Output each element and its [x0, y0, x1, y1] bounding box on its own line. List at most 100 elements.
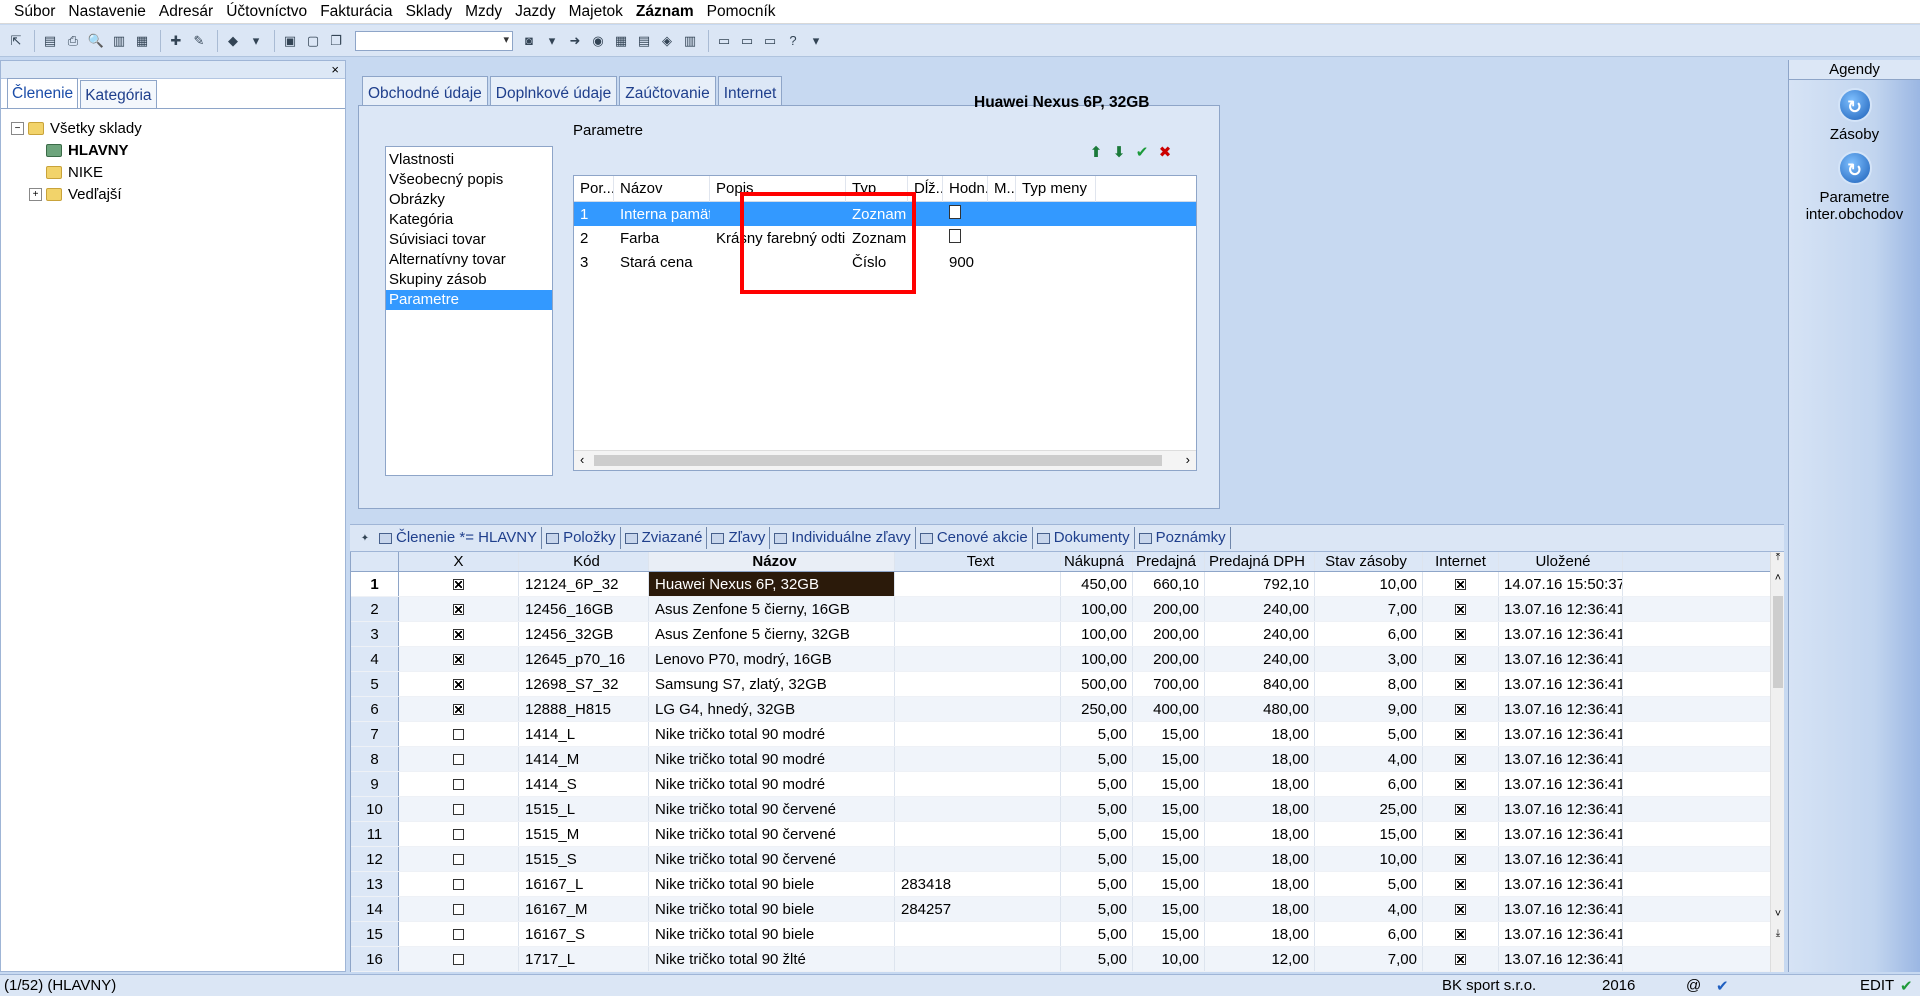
dropdown-icon[interactable]: ▾	[806, 31, 826, 51]
internet-checkbox[interactable]	[1455, 728, 1466, 740]
internet-checkbox[interactable]	[1455, 803, 1466, 815]
table-row[interactable]: 14 16167_M Nike tričko total 90 biele 28425…	[351, 897, 1770, 922]
table-row[interactable]: 9 1414_S Nike tričko total 90 modré 5,00 15,…	[351, 772, 1770, 797]
table-row[interactable]: 5 12698_S7_32 Samsung S7, zlatý, 32GB 500,0…	[351, 672, 1770, 697]
email-icon[interactable]: @	[1686, 977, 1701, 994]
internet-checkbox[interactable]	[1455, 878, 1466, 890]
internet-checkbox[interactable]	[1455, 953, 1466, 965]
table-row[interactable]: 1 12124_6P_32 Huawei Nexus 6P, 32GB 450,00 6…	[351, 572, 1770, 597]
column-header[interactable]: X	[399, 552, 519, 571]
bottom-tab[interactable]: Poznámky	[1135, 527, 1231, 549]
column-header[interactable]: Kód	[519, 552, 649, 571]
arrow-up-icon[interactable]: ⬆	[1087, 144, 1105, 162]
select-checkbox[interactable]	[453, 853, 464, 865]
internet-checkbox[interactable]	[1455, 678, 1466, 690]
globe-icon[interactable]: ◉	[588, 31, 608, 51]
table-row[interactable]: 4 12645_p70_16 Lenovo P70, modrý, 16GB 100,…	[351, 647, 1770, 672]
form-tab[interactable]: Zaúčtovanie	[619, 76, 716, 106]
table-row[interactable]: 12 1515_S Nike tričko total 90 červené 5,00…	[351, 847, 1770, 872]
select-checkbox[interactable]	[453, 628, 464, 640]
tab-kategoria[interactable]: Kategória	[80, 80, 157, 108]
save-icon[interactable]: ▣	[280, 31, 300, 51]
property-item[interactable]: Všeobecný popis	[386, 170, 552, 190]
internet-checkbox[interactable]	[1455, 903, 1466, 915]
form-tab[interactable]: Obchodné údaje	[362, 76, 488, 106]
menu-item-11[interactable]: Pomocník	[707, 3, 776, 21]
table-row[interactable]: 6 12888_H815 LG G4, hnedý, 32GB 250,00 400,0…	[351, 697, 1770, 722]
menu-item-8[interactable]: Jazdy	[515, 3, 556, 21]
check-icon[interactable]: ✔	[1133, 144, 1151, 162]
camera-icon[interactable]: ◙	[519, 31, 539, 51]
toolbar-combo[interactable]	[355, 30, 513, 51]
select-checkbox[interactable]	[453, 578, 464, 590]
bottom-tab[interactable]: Zviazané	[621, 527, 708, 549]
dropdown-icon[interactable]: ▾	[246, 31, 266, 51]
export-icon[interactable]: ▥	[109, 31, 129, 51]
scroll-right-icon[interactable]: ›	[1186, 452, 1190, 467]
copy-icon[interactable]: ❐	[326, 31, 346, 51]
menu-item-4[interactable]: Účtovníctvo	[226, 3, 307, 21]
bottom-tab[interactable]: Položky	[542, 527, 621, 549]
select-checkbox[interactable]	[453, 753, 464, 765]
internet-checkbox[interactable]	[1455, 603, 1466, 615]
arrow-down-icon[interactable]: ⬇	[1110, 144, 1128, 162]
property-item[interactable]: Súvisiaci tovar	[386, 230, 552, 250]
select-checkbox[interactable]	[453, 928, 464, 940]
column-header[interactable]: Hodn...	[943, 175, 988, 202]
print-icon[interactable]: ⎙	[63, 31, 83, 51]
column-header[interactable]: Uložené	[1499, 552, 1623, 571]
scroll-left-icon[interactable]: ‹	[580, 452, 584, 467]
table-row[interactable]: 8 1414_M Nike tričko total 90 modré 5,00 15,…	[351, 747, 1770, 772]
menu-item-9[interactable]: Majetok	[569, 3, 623, 21]
value-list-icon[interactable]	[949, 229, 961, 243]
column-header[interactable]: Stav zásoby	[1315, 552, 1423, 571]
delete-icon[interactable]: ✖	[1156, 144, 1174, 162]
select-checkbox[interactable]	[453, 878, 464, 890]
select-checkbox[interactable]	[453, 803, 464, 815]
bottom-tab[interactable]: Členenie *= HLAVNY	[375, 527, 543, 549]
menu-item-10[interactable]: Záznam	[636, 3, 694, 21]
menu-item-5[interactable]: Fakturácia	[320, 3, 392, 21]
expander-icon[interactable]: +	[29, 187, 42, 201]
bottom-tab[interactable]: Cenové akcie	[916, 527, 1033, 549]
internet-checkbox[interactable]	[1455, 753, 1466, 765]
select-checkbox[interactable]	[453, 603, 464, 615]
print-preview-icon[interactable]: ▤	[40, 31, 60, 51]
column-header[interactable]: Predajná DPH	[1205, 552, 1315, 571]
scroll-top-icon[interactable]: ⤒	[1771, 552, 1785, 570]
bottom-tab[interactable]: Zľavy	[707, 527, 771, 549]
table-row[interactable]: 7 1414_L Nike tričko total 90 modré 5,00 15,…	[351, 722, 1770, 747]
select-checkbox[interactable]	[453, 728, 464, 740]
table-row[interactable]: 10 1515_L Nike tričko total 90 červené 5,00…	[351, 797, 1770, 822]
tree-item[interactable]: − Všetky sklady	[11, 117, 345, 139]
internet-checkbox[interactable]	[1455, 628, 1466, 640]
internet-checkbox[interactable]	[1455, 928, 1466, 940]
table-row[interactable]: 3 12456_32GB Asus Zenfone 5 čierny, 32GB 10…	[351, 622, 1770, 647]
internet-checkbox[interactable]	[1455, 578, 1466, 590]
table-row[interactable]: 2 12456_16GB Asus Zenfone 5 čierny, 16GB 10…	[351, 597, 1770, 622]
property-item[interactable]: Alternatívny tovar	[386, 250, 552, 270]
scroll-bottom-icon[interactable]: ⤓	[1771, 928, 1785, 946]
menu-item-3[interactable]: Adresár	[159, 3, 213, 21]
form-tab[interactable]: Internet	[717, 76, 783, 106]
value-list-icon[interactable]	[949, 205, 961, 219]
agenda-item[interactable]: ↻ Zásoby	[1789, 88, 1920, 143]
property-item[interactable]: Vlastnosti	[386, 150, 552, 170]
scroll-thumb[interactable]	[594, 455, 1162, 466]
column-header[interactable]: Názov	[614, 175, 710, 202]
grid-icon[interactable]: ▦	[611, 31, 631, 51]
cancel-icon[interactable]: ▢	[303, 31, 323, 51]
menu-item-6[interactable]: Sklady	[406, 3, 453, 21]
help-icon[interactable]: ?	[783, 31, 803, 51]
property-item[interactable]: Obrázky	[386, 190, 552, 210]
ean-icon[interactable]: ▥	[680, 31, 700, 51]
property-item[interactable]: Skupiny zásob	[386, 270, 552, 290]
window2-icon[interactable]: ▭	[737, 31, 757, 51]
table-row[interactable]: 16 1717_L Nike tričko total 90 žlté 5,00 10,…	[351, 947, 1770, 972]
property-item[interactable]: Kategória	[386, 210, 552, 230]
internet-checkbox[interactable]	[1455, 828, 1466, 840]
bottom-tab[interactable]: Individuálne zľavy	[770, 527, 916, 549]
edit-icon[interactable]: ✎	[189, 31, 209, 51]
table-row[interactable]: 15 16167_S Nike tričko total 90 biele 5,00 1…	[351, 922, 1770, 947]
internet-checkbox[interactable]	[1455, 778, 1466, 790]
